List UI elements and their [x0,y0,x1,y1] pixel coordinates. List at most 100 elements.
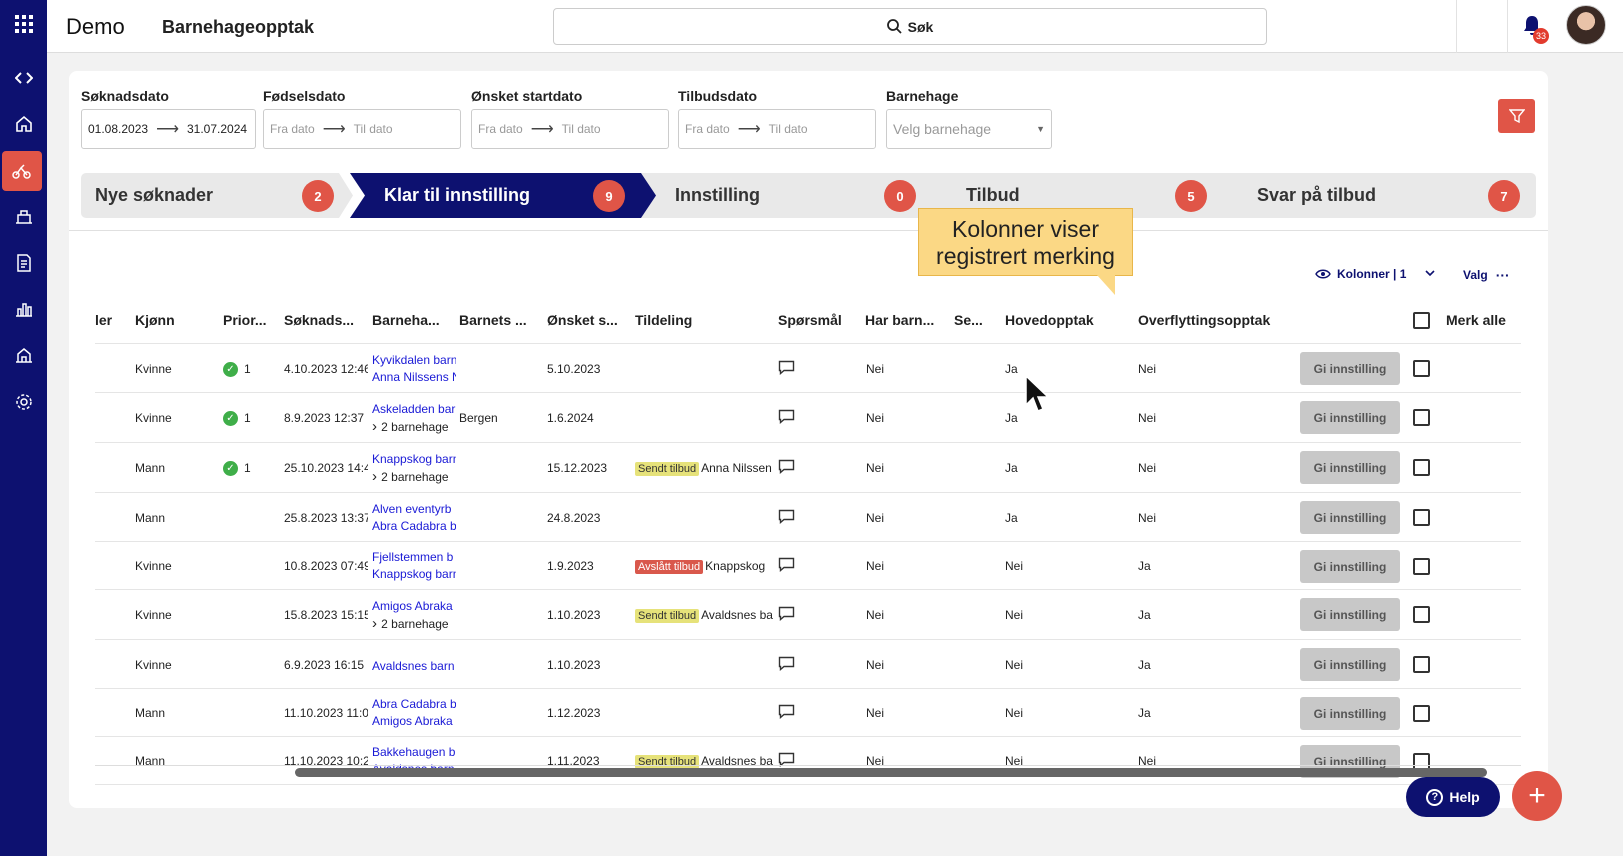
column-header[interactable]: Se... [954,312,989,328]
column-header[interactable]: Tildeling [635,312,755,328]
question-cell[interactable] [778,704,795,722]
question-cell[interactable] [778,656,795,674]
row-checkbox[interactable] [1413,360,1430,377]
table-row[interactable]: Kvinne ✓ 10.8.2023 07:49 Fjellstemmen b … [95,542,1521,590]
search-bar[interactable]: Søk [553,8,1267,45]
date-range-input[interactable]: 01.08.2023 ⟶ 31.07.2024 [81,109,256,149]
kindergarten-secondary[interactable]: Knappskog barn [372,566,456,583]
gi-innstilling-button[interactable]: Gi innstilling [1300,550,1400,583]
table-row[interactable]: Mann ✓ 11.10.2023 11:05 Abra Cadabra b A… [95,689,1521,737]
select-all-checkbox[interactable] [1413,312,1430,329]
gi-innstilling-button[interactable]: Gi innstilling [1300,648,1400,681]
column-header[interactable]: Spørsmål [778,312,858,328]
question-cell[interactable] [778,557,795,575]
row-checkbox[interactable] [1413,409,1430,426]
gi-innstilling-button[interactable]: Gi innstilling [1300,451,1400,484]
column-header[interactable]: ler [95,312,113,328]
app-grid-icon[interactable] [0,4,47,44]
kindergarten-secondary[interactable]: Abra Cadabra b [372,518,456,535]
kindergarten-secondary[interactable]: › 2 barnehage [372,418,456,436]
table-row[interactable]: Kvinne ✓ 1 4.10.2023 12:46 Kyvikdalen bar… [95,344,1521,393]
chat-bubble-icon[interactable] [778,459,795,475]
kindergarten-link[interactable]: Fjellstemmen b [372,549,456,566]
kindergarten-link[interactable]: Askeladden bar [372,401,456,418]
date-range-input[interactable]: Fra dato ⟶ Til dato [263,109,461,149]
admission-icon[interactable] [2,151,42,191]
expand-sidebar-icon[interactable] [0,58,47,98]
add-button[interactable]: + [1512,771,1562,821]
column-header[interactable]: Hovedopptak [1005,312,1130,328]
kindergarten-link[interactable]: Knappskog barn [372,451,456,468]
gi-innstilling-button[interactable]: Gi innstilling [1300,598,1400,631]
step-innstilling[interactable]: Innstilling 0 [641,173,951,218]
step-nye-soknader[interactable]: Nye søknader 2 [81,173,353,218]
table-row[interactable]: Kvinne ✓ 1 8.9.2023 12:37 Askeladden bar … [95,393,1521,443]
table-row[interactable]: Mann ✓ 11.10.2023 10:27 Bakkehaugen b Av… [95,737,1521,785]
date-range-input[interactable]: Fra dato ⟶ Til dato [678,109,876,149]
home-icon[interactable] [0,104,47,144]
table-row[interactable]: Kvinne ✓ 6.9.2023 16:15 Avaldsnes barn 1… [95,640,1521,689]
chat-bubble-icon[interactable] [778,557,795,573]
kindergarten-cell[interactable]: Abra Cadabra b Amigos Abraka [372,696,456,730]
gi-innstilling-button[interactable]: Gi innstilling [1300,697,1400,730]
step-svar-pa-tilbud[interactable]: Svar på tilbud 7 [1223,173,1536,218]
question-cell[interactable] [778,409,795,427]
chevron-right-icon[interactable]: › [372,418,381,435]
settings-gear-icon[interactable] [0,382,47,422]
chat-bubble-icon[interactable] [778,509,795,525]
step-klar-til-innstilling[interactable]: Klar til innstilling 9 [350,173,660,218]
chat-bubble-icon[interactable] [778,704,795,720]
kindergarten-cell[interactable]: Amigos Abraka › 2 barnehage [372,598,456,633]
kindergarten-cell[interactable]: Askeladden bar › 2 barnehage [372,401,456,436]
row-checkbox[interactable] [1413,509,1430,526]
more-kindergartens-label[interactable]: 2 barnehage [381,470,448,484]
kindergarten-link[interactable]: Avaldsnes barn [372,658,456,675]
kindergarten-secondary[interactable]: › 2 barnehage [372,468,456,486]
kindergarten-link[interactable]: Amigos Abraka [372,598,456,615]
row-checkbox[interactable] [1413,459,1430,476]
avatar[interactable] [1566,5,1606,45]
kindergarten-link[interactable]: Abra Cadabra b [372,696,456,713]
column-header[interactable]: Barneha... [372,312,452,328]
question-cell[interactable] [778,459,795,477]
kindergarten-cell[interactable]: Avaldsnes barn [372,658,456,675]
date-range-input[interactable]: Fra dato ⟶ Til dato [471,109,669,149]
kindergarten-cell[interactable]: Alven eventyrb Abra Cadabra b [372,501,456,535]
kindergarten-secondary[interactable]: Amigos Abraka [372,713,456,730]
kindergarten-icon[interactable] [0,196,47,236]
chat-bubble-icon[interactable] [778,606,795,622]
table-row[interactable]: Mann ✓ 25.8.2023 13:37 Alven eventyrb Ab… [95,493,1521,542]
row-checkbox[interactable] [1413,606,1430,623]
kindergarten-link[interactable]: Kyvikdalen barn [372,352,456,369]
column-header[interactable]: Overflyttingsopptak [1138,312,1298,328]
more-kindergartens-label[interactable]: 2 barnehage [381,617,448,631]
row-checkbox[interactable] [1413,705,1430,722]
kindergarten-link[interactable]: Bakkehaugen b [372,744,456,761]
kindergarten-cell[interactable]: Knappskog barn › 2 barnehage [372,451,456,486]
row-checkbox[interactable] [1413,558,1430,575]
kindergarten-cell[interactable]: Fjellstemmen b Knappskog barn [372,549,456,583]
table-row[interactable]: Kvinne ✓ 15.8.2023 15:15 Amigos Abraka ›… [95,590,1521,640]
gi-innstilling-button[interactable]: Gi innstilling [1300,401,1400,434]
chat-bubble-icon[interactable] [778,409,795,425]
horizontal-scrollbar[interactable] [295,768,1487,777]
column-header[interactable]: Har barn... [865,312,945,328]
gi-innstilling-button[interactable]: Gi innstilling [1300,501,1400,534]
buildings-icon[interactable] [0,335,47,375]
table-row[interactable]: Mann ✓1 25.10.2023 14:43 Knappskog barn … [95,443,1521,493]
statistics-icon[interactable] [0,289,47,329]
column-header[interactable]: Barnets ... [459,312,539,328]
row-checkbox[interactable] [1413,656,1430,673]
kindergarten-link[interactable]: Alven eventyrb [372,501,456,518]
column-header[interactable]: Prior... [223,312,278,328]
column-header[interactable]: Kjønn [135,312,215,328]
filter-button[interactable] [1498,99,1535,133]
chevron-right-icon[interactable]: › [372,468,381,485]
more-kindergartens-label[interactable]: 2 barnehage [381,420,448,434]
chevron-right-icon[interactable]: › [372,615,381,632]
question-cell[interactable] [778,360,795,378]
barnehage-select[interactable]: Velg barnehage ▼ [886,109,1052,149]
help-button[interactable]: ? Help [1406,777,1500,817]
kindergarten-cell[interactable]: Kyvikdalen barn Anna Nilssens N [372,352,456,386]
column-header[interactable]: Søknads... [284,312,364,328]
